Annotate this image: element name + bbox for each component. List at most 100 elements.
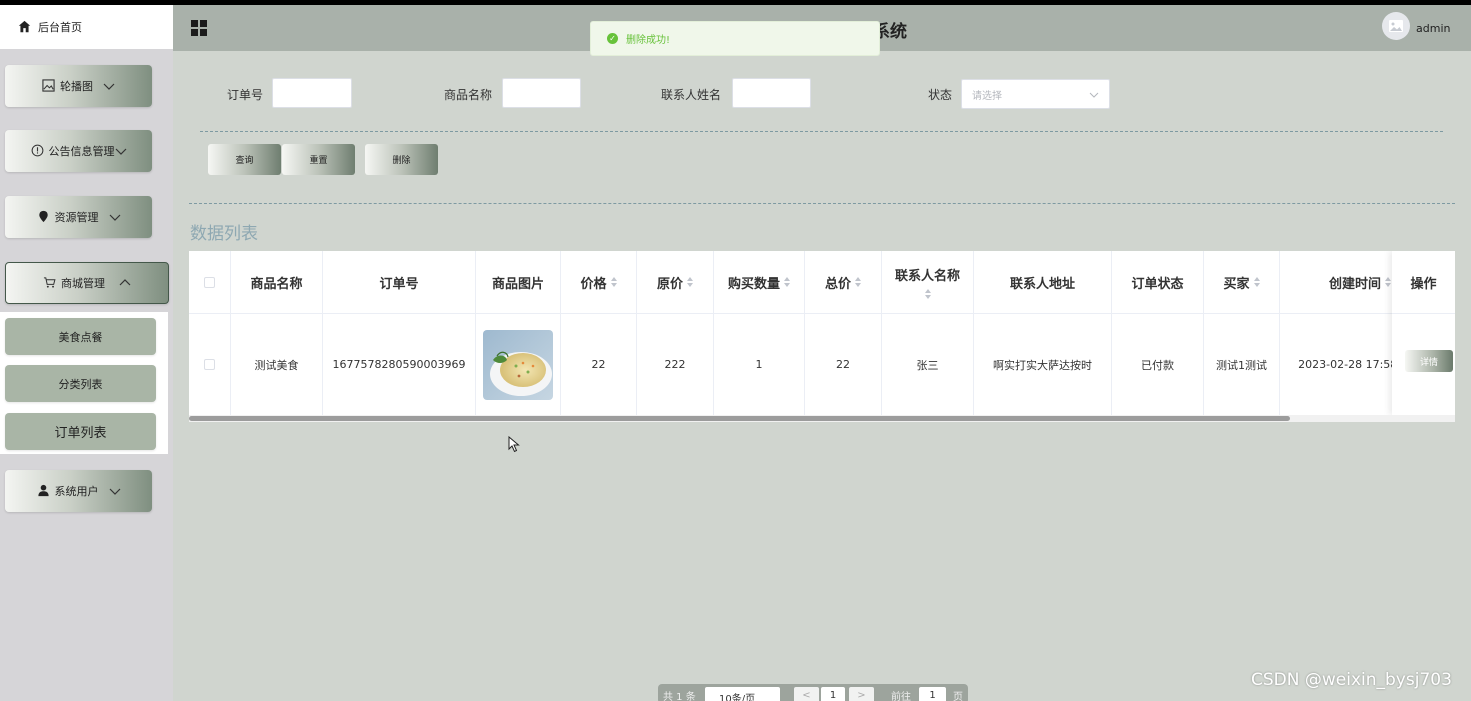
sidebar-item-mall[interactable]: 商城管理 — [5, 262, 169, 304]
table-header: 商品名称 订单号 商品图片 价格 原价 购买数量 总价 联系人名称 联系人地址 … — [189, 251, 1455, 314]
sort-icon — [1385, 277, 1391, 287]
page-unit-label: 页 — [953, 692, 963, 701]
sort-icon — [855, 277, 861, 287]
watermark: CSDN @weixin_bysj703 — [1251, 670, 1452, 690]
delete-button[interactable]: 删除 — [365, 144, 438, 175]
chevron-down-icon — [109, 485, 121, 497]
cell-price: 22 — [561, 314, 637, 415]
sidebar-item-label: 商城管理 — [61, 277, 105, 290]
page-size-select[interactable]: 10条/页 — [705, 687, 780, 701]
submenu-item-category[interactable]: 分类列表 — [5, 365, 156, 402]
sort-icon — [687, 277, 693, 287]
order-no-input[interactable] — [272, 78, 352, 108]
column-header-sortable[interactable]: 价格 — [561, 251, 637, 313]
cell-order-no: 1677578280590003969 — [323, 314, 476, 415]
avatar[interactable] — [1382, 12, 1410, 40]
sort-icon — [784, 277, 790, 287]
cell-contact-name: 张三 — [882, 314, 974, 415]
product-name-label: 商品名称 — [444, 88, 493, 102]
column-header-sortable[interactable]: 创建时间 — [1280, 251, 1402, 313]
detail-button[interactable]: 详情 — [1405, 350, 1453, 372]
sidebar-item-label: 轮播图 — [60, 80, 93, 93]
column-header: 操作 — [1392, 251, 1455, 314]
chevron-down-icon — [103, 80, 115, 92]
sidebar-item-label: 系统用户 — [54, 485, 99, 498]
sidebar-item-notice[interactable]: 公告信息管理 — [5, 130, 152, 172]
row-select-cell — [189, 314, 231, 415]
location-icon — [37, 210, 51, 224]
column-header-sortable[interactable]: 购买数量 — [714, 251, 805, 313]
page-number[interactable]: 1 — [821, 687, 845, 701]
cell-total: 22 — [805, 314, 882, 415]
column-header: 商品图片 — [476, 251, 561, 313]
select-all-checkbox[interactable] — [204, 276, 215, 288]
cell-buyer: 测试1测试 — [1204, 314, 1280, 415]
cell-status: 已付款 — [1112, 314, 1204, 415]
row-checkbox[interactable] — [204, 359, 215, 370]
table-row: 测试美食 1677578280590003969 22 222 1 22 张三 … — [189, 314, 1455, 415]
goto-page-input[interactable]: 1 — [919, 687, 946, 701]
cell-product-image — [476, 314, 561, 415]
sidebar-item-system-user[interactable]: 系统用户 — [5, 470, 152, 512]
submenu-item-order-list[interactable]: 订单列表 — [5, 413, 156, 450]
sidebar-item-label: 资源管理 — [54, 211, 99, 224]
reset-button[interactable]: 重置 — [282, 144, 355, 175]
status-placeholder: 请选择 — [972, 90, 1002, 102]
product-name-input[interactable] — [502, 78, 581, 108]
check-circle-icon: ✓ — [607, 33, 618, 44]
sort-icon — [610, 277, 617, 287]
sort-icon — [924, 289, 931, 299]
contact-name-input[interactable] — [732, 78, 811, 108]
chevron-down-icon — [109, 211, 121, 223]
cell-created-time: 2023-02-28 17:58: — [1280, 314, 1402, 415]
toast-message: 删除成功! — [626, 35, 671, 46]
sidebar-item-carousel[interactable]: 轮播图 — [5, 65, 152, 107]
column-header-sortable[interactable]: 原价 — [637, 251, 714, 313]
column-header: 商品名称 — [231, 251, 323, 313]
success-toast: ✓ 删除成功! — [590, 21, 880, 56]
product-image[interactable] — [483, 329, 553, 400]
user-name[interactable]: admin — [1416, 22, 1450, 35]
pagination: 共 1 条 10条/页 < 1 > 前往 1 页 — [658, 684, 968, 701]
column-header-sortable[interactable]: 联系人名称 — [882, 251, 974, 313]
prev-page-button[interactable]: < — [794, 687, 819, 701]
cell-quantity: 1 — [714, 314, 805, 415]
cell-original-price: 222 — [637, 314, 714, 415]
query-button[interactable]: 查询 — [208, 144, 281, 175]
divider — [200, 131, 1443, 132]
cell-contact-address: 啊实打实大萨达按时 — [974, 314, 1112, 415]
chevron-down-icon — [1089, 90, 1099, 100]
submenu-item-food-order[interactable]: 美食点餐 — [5, 318, 156, 355]
next-page-button[interactable]: > — [849, 687, 874, 701]
list-title: 数据列表 — [190, 224, 258, 244]
column-header-sortable[interactable]: 总价 — [805, 251, 882, 313]
sidebar-item-resource[interactable]: 资源管理 — [5, 196, 152, 238]
mouse-cursor-icon — [508, 435, 520, 453]
column-header: 订单状态 — [1112, 251, 1204, 313]
contact-name-label: 联系人姓名 — [661, 88, 722, 102]
column-header-sortable[interactable]: 买家 — [1204, 251, 1280, 313]
divider — [189, 203, 1455, 204]
status-label: 状态 — [928, 88, 953, 102]
chevron-up-icon — [119, 277, 131, 289]
sidebar-home[interactable]: 后台首页 — [0, 5, 173, 49]
horizontal-scrollbar[interactable] — [189, 415, 1455, 422]
user-icon — [37, 484, 51, 498]
scrollbar-thumb[interactable] — [189, 416, 1291, 421]
order-no-label: 订单号 — [227, 88, 264, 102]
chevron-down-icon — [115, 145, 127, 157]
cell-product-name: 测试美食 — [231, 314, 323, 415]
cart-icon — [43, 276, 57, 290]
image-icon — [42, 79, 56, 93]
goto-label: 前往 — [891, 692, 911, 701]
sort-icon — [1253, 277, 1260, 287]
grid-menu-icon[interactable] — [191, 20, 207, 36]
status-select[interactable]: 请选择 — [961, 79, 1110, 109]
select-all-cell — [189, 251, 231, 313]
sidebar-item-label: 公告信息管理 — [48, 145, 115, 158]
column-header: 联系人地址 — [974, 251, 1112, 313]
pagination-total: 共 1 条 — [663, 692, 696, 701]
fixed-operation-column: 操作 详情 — [1392, 251, 1455, 415]
sidebar-home-label: 后台首页 — [38, 21, 82, 34]
order-table: 商品名称 订单号 商品图片 价格 原价 购买数量 总价 联系人名称 联系人地址 … — [189, 251, 1455, 422]
